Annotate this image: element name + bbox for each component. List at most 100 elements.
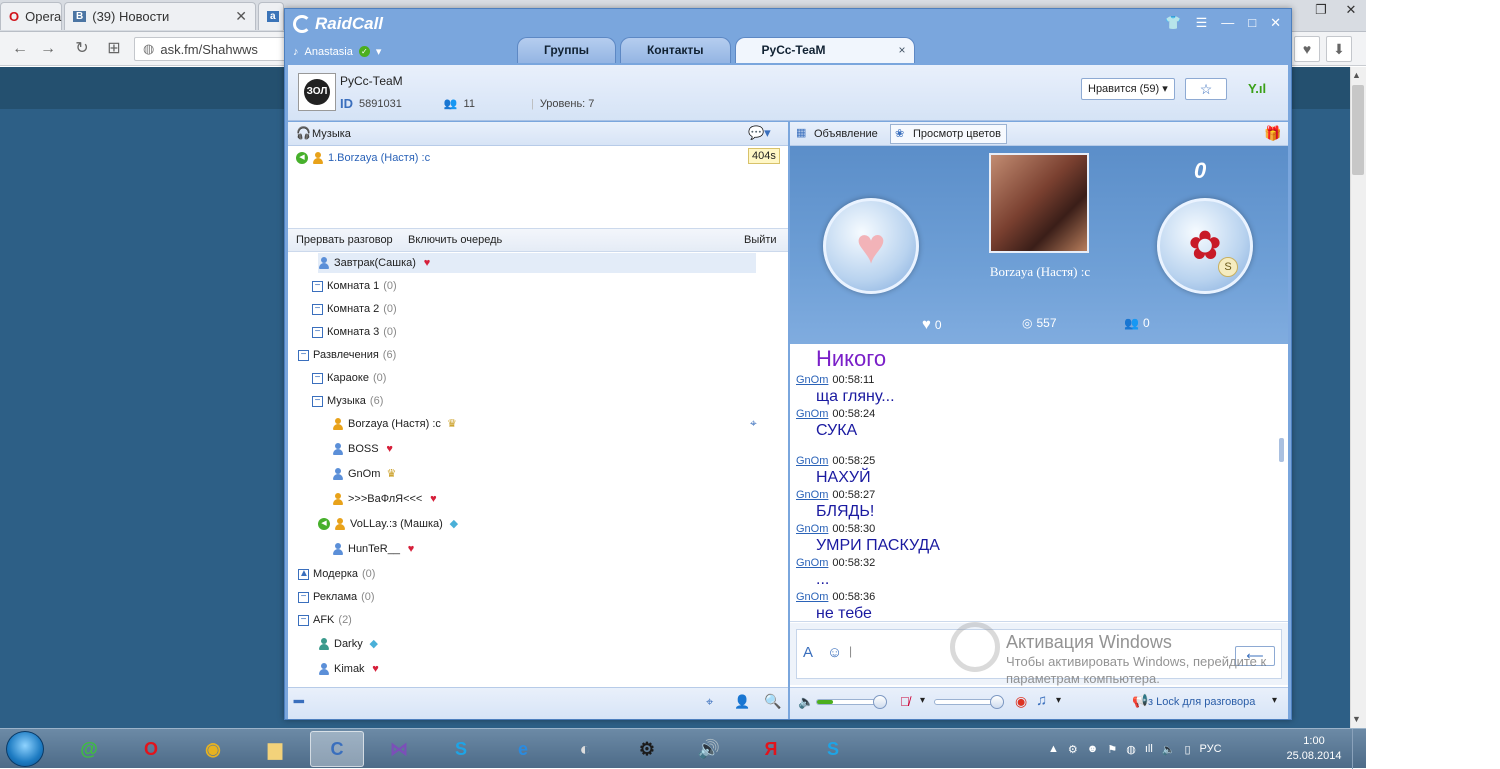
- close-icon[interactable]: ✕: [235, 8, 247, 25]
- heart-icon[interactable]: ♥: [1294, 36, 1320, 62]
- taskbar-explorer[interactable]: ▆: [248, 731, 302, 767]
- battery-icon[interactable]: ▯: [1184, 743, 1190, 756]
- chat-nick-link[interactable]: GnOm: [796, 455, 828, 467]
- tree-user[interactable]: BOSS ♥: [332, 439, 397, 459]
- smiley-icon[interactable]: ☺: [827, 644, 842, 661]
- collapse-icon[interactable]: −: [312, 280, 323, 292]
- chat-nick-link[interactable]: GnOm: [796, 489, 828, 501]
- enable-queue-button[interactable]: Включить очередь: [408, 234, 502, 246]
- chevron-down-icon[interactable]: ▾: [376, 45, 382, 58]
- music-note-icon[interactable]: ♫: [1036, 692, 1047, 709]
- announcement-button[interactable]: Объявление: [814, 128, 878, 140]
- exit-button[interactable]: Выйти: [744, 234, 777, 246]
- voice-mode-select[interactable]: з Lock для разговора: [1148, 696, 1255, 708]
- download-icon[interactable]: ⬇: [1326, 36, 1352, 62]
- taskbar-chrome[interactable]: ◉: [186, 731, 240, 767]
- volume-tray-icon[interactable]: 🔈: [1162, 743, 1176, 756]
- show-desktop-button[interactable]: [1352, 729, 1366, 769]
- favorite-star-button[interactable]: ☆: [1185, 78, 1227, 100]
- steam-tray-icon[interactable]: ⚙: [1068, 743, 1078, 756]
- tree-channel[interactable]: − Комната 2 (0): [312, 299, 397, 319]
- close-icon[interactable]: ×: [899, 38, 906, 62]
- tree-channel[interactable]: − Комната 3 (0): [312, 322, 397, 342]
- tree-channel[interactable]: − Комната 1 (0): [312, 276, 397, 296]
- chat-nick-link[interactable]: GnOm: [796, 374, 828, 386]
- taskbar-sound[interactable]: 🔊: [682, 731, 736, 767]
- reload-icon[interactable]: ↻: [72, 39, 92, 59]
- speaker-volume-icon[interactable]: 🔈: [798, 694, 814, 710]
- minimize-icon[interactable]: —: [1221, 15, 1234, 31]
- mic-volume-knob[interactable]: [990, 695, 1004, 709]
- network-tray-icon[interactable]: ◍: [1126, 743, 1136, 756]
- location-pin-icon[interactable]: ⌖: [706, 694, 713, 710]
- menu-icon[interactable]: ☰: [1196, 15, 1208, 31]
- location-pin-icon[interactable]: ⌖: [750, 416, 757, 431]
- taskbar-app[interactable]: ◐: [558, 731, 612, 767]
- tray-expand-icon[interactable]: ▲: [1048, 743, 1059, 755]
- tree-user[interactable]: Borzaya (Настя) :c ♛: [332, 414, 459, 434]
- current-user[interactable]: ♪ Anastasia ✓ ▾: [293, 45, 382, 59]
- tree-channel[interactable]: ▲ Модерка (0): [298, 564, 375, 584]
- signal-bars-icon[interactable]: ıll: [1145, 743, 1153, 755]
- tab-groups[interactable]: Группы: [517, 37, 616, 63]
- collapse-icon[interactable]: −: [298, 591, 309, 603]
- record-icon[interactable]: ◉: [1015, 693, 1027, 710]
- chat-nick-link[interactable]: GnOm: [796, 408, 828, 420]
- lock-icon[interactable]: ▲: [298, 568, 309, 580]
- user-icon[interactable]: 👤: [734, 694, 750, 710]
- maximize-icon[interactable]: □: [1248, 15, 1256, 31]
- queue-item[interactable]: ◀ 1.Borzaya (Настя) :c: [296, 148, 430, 168]
- restore-icon[interactable]: ❐: [1306, 0, 1336, 22]
- taskbar-mail-ru-agent[interactable]: @: [62, 731, 116, 767]
- close-icon[interactable]: ✕: [1270, 15, 1281, 31]
- collapse-icon[interactable]: −: [298, 349, 309, 361]
- taskbar-steam[interactable]: ⚙: [620, 731, 674, 767]
- scroll-up-icon[interactable]: ▲: [1352, 70, 1361, 80]
- start-button[interactable]: [6, 731, 44, 767]
- chevron-down-icon[interactable]: ▾: [1272, 695, 1277, 706]
- like-button[interactable]: Нравится (59) ▾: [1081, 78, 1175, 100]
- scroll-down-icon[interactable]: ▼: [1352, 714, 1361, 724]
- chevron-down-icon[interactable]: ▾: [920, 695, 925, 706]
- speed-dial-icon[interactable]: ⊞: [104, 39, 124, 59]
- taskbar-internet-explorer[interactable]: e: [496, 731, 550, 767]
- collapse-all-icon[interactable]: ━: [294, 692, 304, 712]
- music-mode-label[interactable]: Музыка: [312, 128, 351, 140]
- collapse-icon[interactable]: −: [312, 372, 323, 384]
- collapse-icon[interactable]: −: [298, 614, 309, 626]
- taskbar-skype[interactable]: S: [434, 731, 488, 767]
- scrollbar-thumb[interactable]: [1352, 85, 1364, 175]
- address-bar[interactable]: ◍ ask.fm/Shahwws: [134, 37, 294, 61]
- back-arrow-icon[interactable]: ←: [10, 39, 30, 59]
- break-talk-button[interactable]: Прервать разговор: [296, 234, 393, 246]
- chat-nick-link[interactable]: GnOm: [796, 523, 828, 535]
- tree-user[interactable]: HunTeR__ ♥: [332, 539, 418, 559]
- chevron-down-icon[interactable]: ▾: [1056, 695, 1061, 706]
- taskbar-clock[interactable]: 1:00 25.08.2014: [1284, 734, 1344, 764]
- chat-nick-link[interactable]: GnOm: [796, 557, 828, 569]
- taskbar-visual-studio[interactable]: ⋈: [372, 731, 426, 767]
- skin-shirt-icon[interactable]: 👕: [1165, 15, 1181, 31]
- tab-channel[interactable]: РуСс-ТеаМ ×: [734, 37, 915, 63]
- font-style-icon[interactable]: A: [803, 644, 813, 661]
- tree-channel[interactable]: − AFK (2): [298, 610, 352, 630]
- browser-tab-vk[interactable]: B (39) Новости ✕: [64, 2, 256, 30]
- tree-channel[interactable]: − Реклама (0): [298, 587, 375, 607]
- output-volume-knob[interactable]: [873, 695, 887, 709]
- forward-arrow-icon[interactable]: →: [38, 39, 58, 59]
- view-flowers-button[interactable]: ❀ Просмотр цветов: [890, 124, 1007, 144]
- taskbar-skype-2[interactable]: S: [806, 731, 860, 767]
- tab-contacts[interactable]: Контакты: [619, 37, 731, 63]
- taskbar-raidcall[interactable]: C: [310, 731, 364, 767]
- taskbar-yandex[interactable]: Я: [744, 731, 798, 767]
- taskbar-opera[interactable]: O: [124, 731, 178, 767]
- tree-user[interactable]: ◀ VoLLay.:з (Машка) ◆: [318, 514, 461, 534]
- tree-channel[interactable]: − Музыка (6): [312, 391, 383, 411]
- collapse-icon[interactable]: −: [312, 395, 323, 407]
- flag-icon[interactable]: ⚑: [1107, 743, 1117, 756]
- tree-user[interactable]: Darky ◆: [318, 634, 381, 654]
- agent-tray-icon[interactable]: ☻: [1087, 743, 1099, 755]
- chat-log[interactable]: Никого GnOm 00:58:11 ща гляну... GnOm 00:58:…: [790, 344, 1288, 622]
- tree-channel[interactable]: − Караоке (0): [312, 368, 386, 388]
- chat-scrollbar-thumb[interactable]: [1279, 438, 1284, 462]
